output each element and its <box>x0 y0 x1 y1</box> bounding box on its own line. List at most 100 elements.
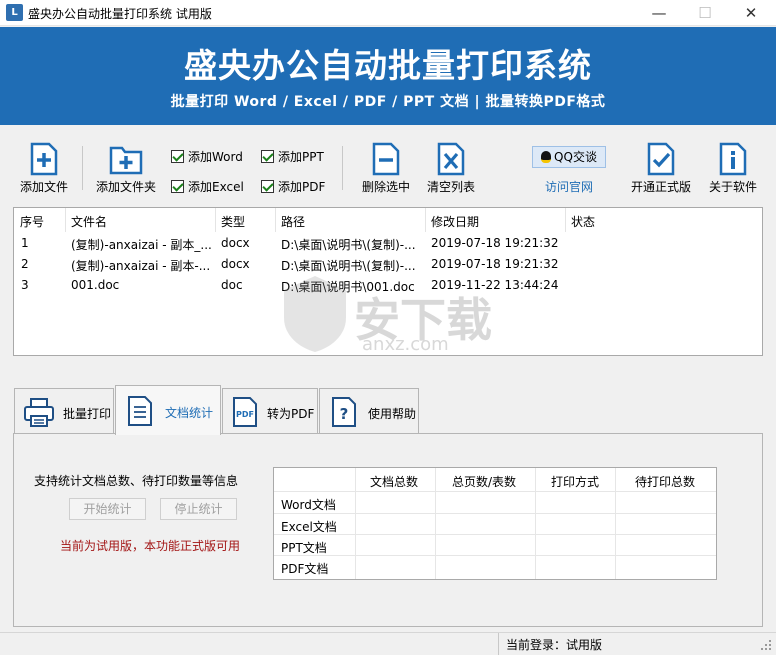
table-row[interactable]: 1 (复制)-anxaizai - 副本_... docx D:\桌面\说明书\… <box>14 233 762 254</box>
activate-full-version-button[interactable]: 开通正式版 <box>628 142 694 195</box>
tab-help[interactable]: ? 使用帮助 <box>319 388 419 434</box>
question-file-icon: ? <box>332 397 356 427</box>
start-stats-button[interactable]: 开始统计 <box>69 498 146 520</box>
add-folder-label: 添加文件夹 <box>95 180 156 194</box>
add-file-button[interactable]: 添加文件 <box>14 142 74 195</box>
checkbox-checked-icon <box>261 180 274 193</box>
checkbox-checked-icon <box>261 150 274 163</box>
row-filename: (复制)-anxaizai - 副本_... <box>71 238 211 252</box>
resize-grip-icon[interactable] <box>760 639 772 651</box>
add-pdf-label: 添加PDF <box>278 180 326 194</box>
grid-line <box>274 534 716 535</box>
tab-convert-pdf-label: 转为PDF <box>267 407 315 421</box>
column-header-index[interactable]: 序号 <box>20 213 44 230</box>
grid-line <box>435 468 436 579</box>
row-type: doc <box>221 278 243 292</box>
grip-dots-icon <box>761 640 771 650</box>
toolbar-separator <box>82 146 83 190</box>
grid-line <box>535 468 536 579</box>
stats-header-total-pages: 总页数/表数 <box>452 475 517 489</box>
info-icon <box>719 142 747 176</box>
stop-stats-button[interactable]: 停止统计 <box>160 498 237 520</box>
banner-subtitle: 批量打印 Word / Excel / PDF / PPT 文档 | 批量转换P… <box>170 94 606 110</box>
grid-line <box>274 491 716 492</box>
add-ppt-label: 添加PPT <box>278 150 324 164</box>
about-label: 关于软件 <box>708 180 757 194</box>
column-divider[interactable] <box>425 208 426 232</box>
add-excel-checkbox[interactable]: 添加Excel <box>171 178 244 195</box>
file-list[interactable]: 序号 文件名 类型 路径 修改日期 状态 1 (复制)-anxaizai - 副… <box>13 207 763 356</box>
table-row[interactable]: 2 (复制)-anxaizai - 副本-... docx D:\桌面\说明书\… <box>14 254 762 275</box>
stats-row-ppt: PPT文档 <box>281 541 327 555</box>
stats-row-word: Word文档 <box>281 498 336 512</box>
close-button[interactable]: ✕ <box>728 0 774 26</box>
add-ppt-checkbox[interactable]: 添加PPT <box>261 148 324 165</box>
row-index: 1 <box>21 236 29 250</box>
stats-table: 文档总数 总页数/表数 打印方式 待打印总数 Word文档 Excel文档 PP… <box>273 467 717 580</box>
column-header-filename[interactable]: 文件名 <box>71 213 107 230</box>
printer-icon <box>24 398 54 427</box>
stats-header-pending: 待打印总数 <box>635 475 696 489</box>
certificate-check-icon <box>647 142 675 176</box>
column-divider[interactable] <box>275 208 276 232</box>
column-header-modified[interactable]: 修改日期 <box>431 213 479 230</box>
tab-batch-print-label: 批量打印 <box>63 407 112 421</box>
title-bar: L 盛央办公自动批量打印系统 试用版 — ☐ ✕ <box>0 0 776 26</box>
row-modified: 2019-07-18 19:21:32 <box>431 257 559 271</box>
add-file-label: 添加文件 <box>19 180 68 194</box>
column-divider[interactable] <box>565 208 566 232</box>
window-title: 盛央办公自动批量打印系统 试用版 <box>28 7 212 21</box>
qq-chat-label: QQ交谈 <box>554 150 597 164</box>
activate-label: 开通正式版 <box>630 180 691 194</box>
column-divider[interactable] <box>215 208 216 232</box>
add-word-checkbox[interactable]: 添加Word <box>171 148 243 165</box>
banner: 盛央办公自动批量打印系统 批量打印 Word / Excel / PDF / P… <box>0 27 776 125</box>
column-header-path[interactable]: 路径 <box>281 213 305 230</box>
add-excel-label: 添加Excel <box>188 180 244 194</box>
svg-text:PDF: PDF <box>236 410 254 419</box>
checkbox-checked-icon <box>171 180 184 193</box>
about-button[interactable]: 关于软件 <box>705 142 761 195</box>
tab-batch-print[interactable]: 批量打印 <box>14 388 114 434</box>
maximize-button[interactable]: ☐ <box>682 0 728 26</box>
row-modified: 2019-07-18 19:21:32 <box>431 236 559 250</box>
pdf-file-icon: PDF <box>233 397 257 427</box>
add-pdf-checkbox[interactable]: 添加PDF <box>261 178 325 195</box>
stats-header-total-docs: 文档总数 <box>370 475 419 489</box>
row-index: 2 <box>21 257 29 271</box>
grid-line <box>274 555 716 556</box>
toolbar-separator <box>342 146 343 190</box>
banner-title: 盛央办公自动批量打印系统 <box>184 46 592 85</box>
clear-list-icon <box>437 142 465 176</box>
grid-line <box>355 468 356 579</box>
minimize-button[interactable]: — <box>636 0 682 26</box>
tab-document-stats[interactable]: 文档统计 <box>115 385 221 435</box>
tab-convert-pdf[interactable]: PDF 转为PDF <box>222 388 318 434</box>
grid-line <box>615 468 616 579</box>
row-filename: 001.doc <box>71 278 120 292</box>
row-filename: (复制)-anxaizai - 副本-... <box>71 259 211 273</box>
add-folder-button[interactable]: 添加文件夹 <box>93 142 159 195</box>
qq-chat-button[interactable]: QQ交谈 <box>532 146 606 168</box>
add-word-label: 添加Word <box>188 150 243 164</box>
column-header-type[interactable]: 类型 <box>221 213 245 230</box>
stats-row-excel: Excel文档 <box>281 520 337 534</box>
stats-header-print-mode: 打印方式 <box>551 475 600 489</box>
trial-notice: 当前为试用版，本功能正式版可用 <box>60 539 241 553</box>
qq-penguin-icon <box>541 151 552 163</box>
tab-document-stats-label: 文档统计 <box>165 406 214 420</box>
row-path: D:\桌面\说明书\(复制)-... <box>281 238 416 252</box>
status-divider <box>498 633 499 655</box>
add-file-icon <box>30 142 58 176</box>
column-header-status[interactable]: 状态 <box>571 213 595 230</box>
login-status: 当前登录：试用版 <box>506 638 603 652</box>
watermark-logo <box>280 274 350 362</box>
clear-list-button[interactable]: 清空列表 <box>423 142 479 195</box>
visit-website-link[interactable]: 访问官网 <box>545 178 593 195</box>
column-divider[interactable] <box>65 208 66 232</box>
watermark-subtext: anxz.com <box>362 334 449 355</box>
shield-icon <box>284 276 346 352</box>
delete-selected-button[interactable]: 删除选中 <box>358 142 414 195</box>
row-index: 3 <box>21 278 29 292</box>
row-type: docx <box>221 257 250 271</box>
